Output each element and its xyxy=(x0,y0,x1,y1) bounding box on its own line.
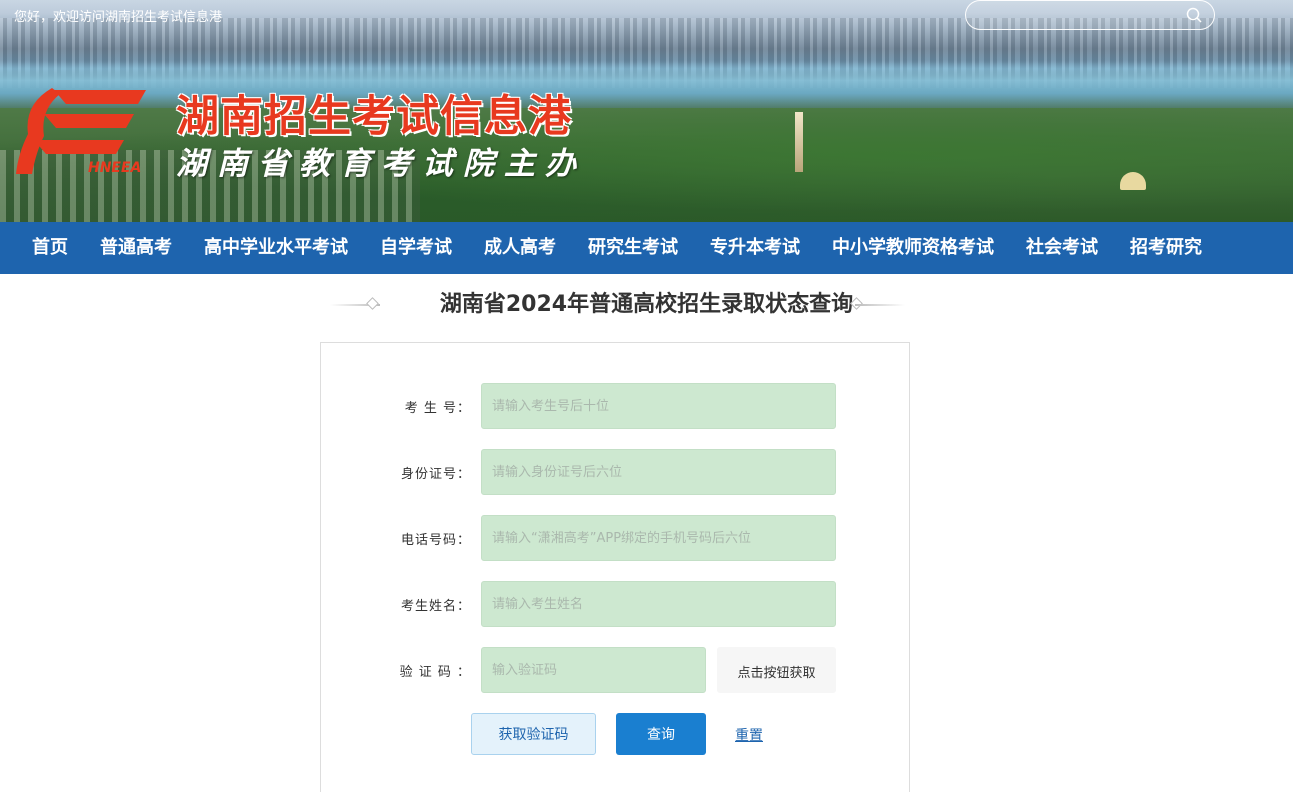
nav-item-research[interactable]: 招考研究 xyxy=(1114,222,1218,274)
phone-label: 电话号码： xyxy=(400,533,471,548)
id-number-field[interactable] xyxy=(481,449,836,495)
captcha-label: 验 证 码 ： xyxy=(399,665,471,680)
site-subtitle: 湖南省教育考试院主办 xyxy=(176,146,586,182)
welcome-text: 您好，欢迎访问湖南招生考试信息港 xyxy=(14,10,223,25)
name-label: 考生姓名： xyxy=(400,599,471,614)
form-row-name: 考生姓名： xyxy=(321,581,911,627)
reset-link[interactable]: 重置 xyxy=(735,725,763,745)
nav-item-teacher-cert[interactable]: 中小学教师资格考试 xyxy=(816,222,1010,274)
nav-item-adult-exam[interactable]: 成人高考 xyxy=(468,222,572,274)
search-box[interactable] xyxy=(965,0,1215,30)
id-number-label: 身份证号： xyxy=(400,467,471,482)
name-field[interactable] xyxy=(481,581,836,627)
form-actions: 获取验证码 查询 重置 xyxy=(321,713,911,755)
form-row-id-number: 身份证号： xyxy=(321,449,911,495)
captcha-field[interactable] xyxy=(481,647,706,693)
nav-item-academic-level[interactable]: 高中学业水平考试 xyxy=(188,222,364,274)
exam-number-field[interactable] xyxy=(481,383,836,429)
logo-icon: HNEEA xyxy=(16,88,146,176)
form-row-phone: 电话号码： xyxy=(321,515,911,561)
query-button[interactable]: 查询 xyxy=(616,713,706,755)
title-ornament-right xyxy=(855,304,905,306)
nav-item-graduate-exam[interactable]: 研究生考试 xyxy=(572,222,694,274)
site-title: 湖南招生考试信息港 xyxy=(176,92,572,142)
captcha-image-button[interactable]: 点击按钮获取 xyxy=(717,647,836,693)
form-row-exam-number: 考 生 号： xyxy=(321,383,911,429)
nav-item-home[interactable]: 首页 xyxy=(16,222,84,274)
tv-tower-image xyxy=(795,112,803,172)
query-form-card: 考 生 号： 身份证号： 电话号码： 考生姓名： 验 证 码 ： 点击按钮获取 … xyxy=(320,342,910,792)
page-title-area: 湖南省2024年普通高校招生录取状态查询 xyxy=(0,288,1293,322)
exam-number-label: 考 生 号： xyxy=(404,401,471,416)
phone-field[interactable] xyxy=(481,515,836,561)
header-banner: 您好，欢迎访问湖南招生考试信息港 HNEEA 湖南招生考试信息港 湖南省教育考试… xyxy=(0,0,1293,222)
nav-item-gaokao[interactable]: 普通高考 xyxy=(84,222,188,274)
ornament-diamond-icon xyxy=(366,297,379,310)
get-code-button[interactable]: 获取验证码 xyxy=(471,713,596,755)
nav-item-social-exam[interactable]: 社会考试 xyxy=(1010,222,1114,274)
form-row-captcha: 验 证 码 ： 点击按钮获取 xyxy=(321,647,911,693)
logo-text: HNEEA xyxy=(88,160,141,176)
nav-item-upgrade-exam[interactable]: 专升本考试 xyxy=(694,222,816,274)
search-icon[interactable] xyxy=(1186,7,1202,23)
nav-item-self-study[interactable]: 自学考试 xyxy=(364,222,468,274)
page-title: 湖南省2024年普通高校招生录取状态查询 xyxy=(439,292,854,317)
main-nav: 首页 普通高考 高中学业水平考试 自学考试 成人高考 研究生考试 专升本考试 中… xyxy=(0,222,1293,274)
search-input[interactable] xyxy=(980,5,1180,25)
